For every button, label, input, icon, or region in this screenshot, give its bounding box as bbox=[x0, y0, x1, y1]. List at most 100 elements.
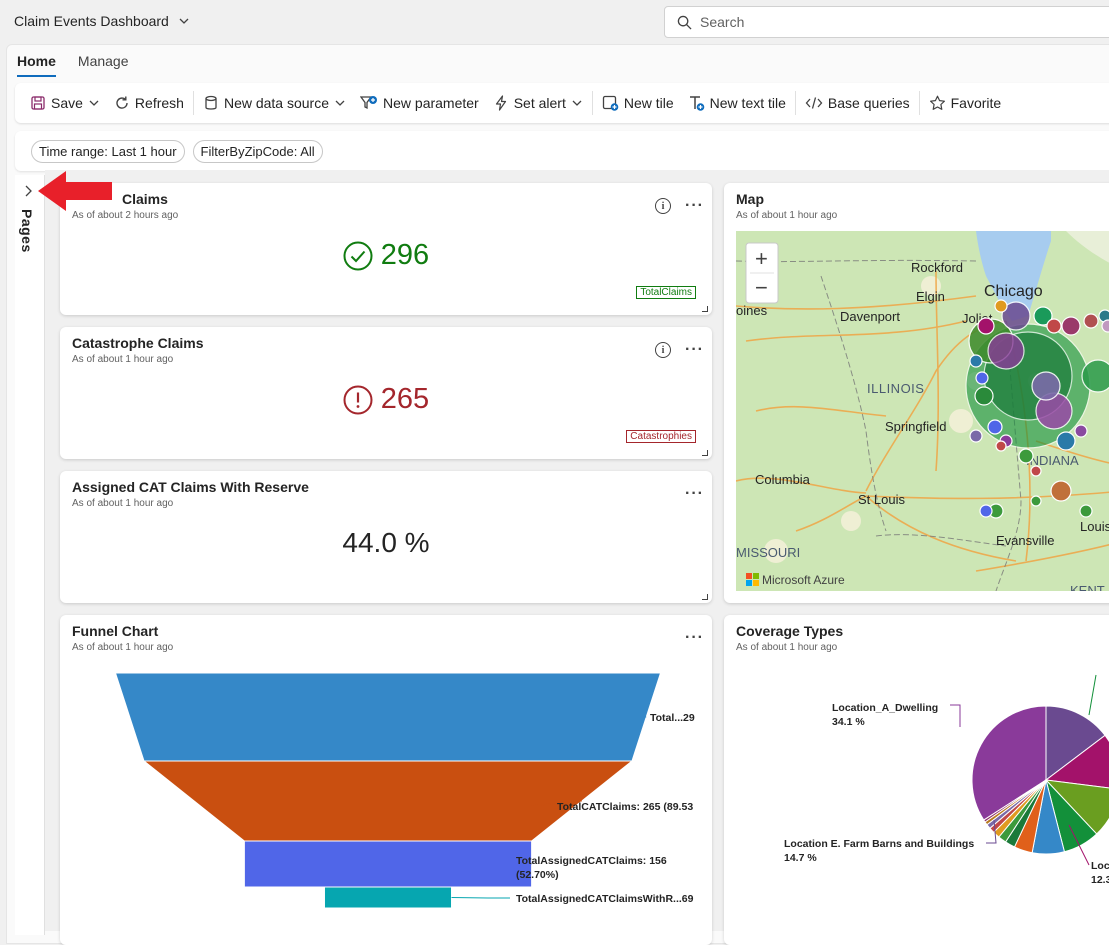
tab-manage[interactable]: Manage bbox=[78, 53, 129, 77]
funnel-segment[interactable] bbox=[323, 886, 453, 909]
zipcode-filter[interactable]: FilterByZipCode: All bbox=[192, 139, 323, 163]
funnel-label: TotalAssignedCATClaims: 156 bbox=[516, 855, 667, 867]
new-tile-button[interactable]: New tile bbox=[595, 87, 681, 119]
more-options-icon[interactable]: ··· bbox=[685, 197, 704, 215]
funnel-segment[interactable] bbox=[114, 672, 662, 762]
chevron-down-icon bbox=[179, 18, 189, 24]
kpi-badge: TotalClaims bbox=[636, 286, 696, 299]
map-label: Rockford bbox=[911, 260, 963, 275]
map-label: oines bbox=[736, 303, 768, 318]
funnel-label: Total...29 bbox=[650, 712, 695, 724]
tile-subtitle: As of about 1 hour ago bbox=[72, 354, 174, 365]
map-label: KENT bbox=[1070, 583, 1105, 591]
text-add-icon bbox=[689, 96, 704, 111]
pie-leader-line bbox=[1088, 674, 1097, 716]
map-label: MISSOURI bbox=[736, 545, 800, 560]
database-icon bbox=[205, 95, 217, 110]
pie-label: Location E. Farm Barns and Buildings bbox=[784, 838, 974, 850]
map-label: INDIANA bbox=[1026, 453, 1079, 468]
catastrophe-claims-tile[interactable]: Catastrophe Claims As of about 1 hour ag… bbox=[60, 327, 712, 459]
resize-handle[interactable] bbox=[702, 306, 708, 312]
time-range-filter[interactable]: Time range: Last 1 hour bbox=[31, 139, 185, 163]
chevron-down-icon bbox=[89, 100, 99, 106]
base-queries-label: Base queries bbox=[827, 95, 910, 111]
pages-pane: Pages bbox=[15, 175, 45, 935]
map-label: Chicago bbox=[984, 283, 1043, 300]
refresh-button[interactable]: Refresh bbox=[107, 87, 191, 119]
tile-subtitle: As of about 1 hour ago bbox=[736, 210, 838, 221]
toolbar: Save Refresh New data source New paramet… bbox=[15, 83, 1109, 123]
refresh-label: Refresh bbox=[134, 95, 184, 111]
refresh-icon bbox=[116, 96, 128, 109]
new-parameter-button[interactable]: New parameter bbox=[353, 87, 486, 119]
tile-title: Map bbox=[736, 191, 764, 207]
chevron-down-icon bbox=[572, 100, 582, 106]
chevron-down-icon bbox=[335, 100, 345, 106]
resize-handle[interactable] bbox=[702, 594, 708, 600]
new-data-source-button[interactable]: New data source bbox=[196, 87, 353, 119]
new-text-tile-button[interactable]: New text tile bbox=[681, 87, 793, 119]
tab-home[interactable]: Home bbox=[17, 53, 56, 77]
pages-label[interactable]: Pages bbox=[19, 209, 35, 253]
pie-label-percent: 34.1 % bbox=[832, 716, 865, 728]
new-data-source-label: New data source bbox=[223, 95, 330, 111]
more-options-icon[interactable]: ··· bbox=[685, 485, 704, 503]
toolbar-divider bbox=[794, 91, 796, 115]
ribbon-tabs: Home Manage bbox=[17, 53, 129, 77]
expand-pages-chevron-icon[interactable] bbox=[24, 184, 32, 200]
set-alert-button[interactable]: Set alert bbox=[486, 87, 590, 119]
zoom-in-button[interactable]: + bbox=[755, 246, 768, 271]
kpi-value: 265 bbox=[60, 383, 712, 416]
new-text-tile-label: New text tile bbox=[709, 95, 786, 111]
dashboard-title-dropdown[interactable]: Claim Events Dashboard bbox=[14, 13, 189, 29]
toolbar-divider bbox=[192, 91, 194, 115]
pie-leader-line bbox=[950, 704, 961, 727]
search-icon bbox=[677, 15, 692, 30]
tile-actions: i ··· bbox=[655, 341, 704, 359]
tile-title: Claims bbox=[122, 191, 168, 207]
dashboard-canvas: Claims As of about 2 hours ago i ··· 296… bbox=[45, 170, 1109, 945]
tile-actions: i ··· bbox=[655, 197, 704, 215]
kpi-value: 296 bbox=[60, 239, 712, 272]
funnel-chart: Total...29 TotalCATClaims: 265 (89.53 Tota… bbox=[114, 672, 695, 909]
kpi-number: 265 bbox=[380, 383, 430, 415]
search-input[interactable]: Search bbox=[700, 14, 744, 30]
save-icon bbox=[31, 96, 45, 110]
top-bar: Claim Events Dashboard Search bbox=[0, 0, 1109, 44]
pie-label-percent: 12.3 bbox=[1091, 874, 1109, 886]
pie-label-percent: 14.7 % bbox=[784, 852, 817, 864]
zoom-out-button[interactable]: − bbox=[755, 275, 768, 300]
pie-label: Loc bbox=[1091, 860, 1109, 872]
funnel-segment[interactable] bbox=[243, 840, 533, 888]
assigned-cat-tile[interactable]: Assigned CAT Claims With Reserve As of a… bbox=[60, 471, 712, 603]
map-label: Davenport bbox=[840, 309, 900, 324]
kpi-badge: Catastrophies bbox=[626, 430, 696, 443]
funnel-label: (52.70%) bbox=[516, 869, 559, 881]
dashboard-title: Claim Events Dashboard bbox=[14, 13, 169, 29]
map-label: ILLINOIS bbox=[867, 381, 924, 396]
tile-title: Assigned CAT Claims With Reserve bbox=[72, 479, 309, 495]
map-attribution: Microsoft Azure bbox=[762, 573, 845, 587]
check-circle-icon bbox=[343, 241, 373, 270]
favorite-button[interactable]: Favorite bbox=[922, 87, 1009, 119]
alert-circle-icon bbox=[343, 385, 373, 414]
map-label: Evansville bbox=[996, 533, 1055, 548]
resize-handle[interactable] bbox=[702, 450, 708, 456]
map-view[interactable]: Rockford Elgin Chicago Davenport Joliet … bbox=[736, 231, 1109, 591]
filter-bar: Time range: Last 1 hour FilterByZipCode:… bbox=[15, 131, 1109, 171]
total-claims-tile[interactable]: Claims As of about 2 hours ago i ··· 296… bbox=[60, 183, 712, 315]
save-button[interactable]: Save bbox=[23, 87, 107, 119]
kpi-number: 44.0 % bbox=[342, 527, 430, 558]
new-tile-icon bbox=[602, 95, 619, 111]
map-label: Elgin bbox=[916, 289, 945, 304]
info-icon[interactable]: i bbox=[655, 342, 672, 358]
coverage-types-tile[interactable]: Coverage Types As of about 1 hour ago Lo… bbox=[724, 615, 1109, 945]
map-tile[interactable]: Map As of about 1 hour ago Rockford Elgi… bbox=[724, 183, 1109, 603]
more-options-icon[interactable]: ··· bbox=[685, 341, 704, 359]
info-icon[interactable]: i bbox=[655, 198, 672, 214]
funnel-chart-tile[interactable]: Funnel Chart As of about 1 hour ago ··· … bbox=[60, 615, 712, 945]
base-queries-button[interactable]: Base queries bbox=[798, 87, 917, 119]
annotation-arrow-icon bbox=[38, 171, 112, 211]
search-box[interactable]: Search bbox=[664, 6, 1109, 38]
star-icon bbox=[929, 95, 945, 110]
